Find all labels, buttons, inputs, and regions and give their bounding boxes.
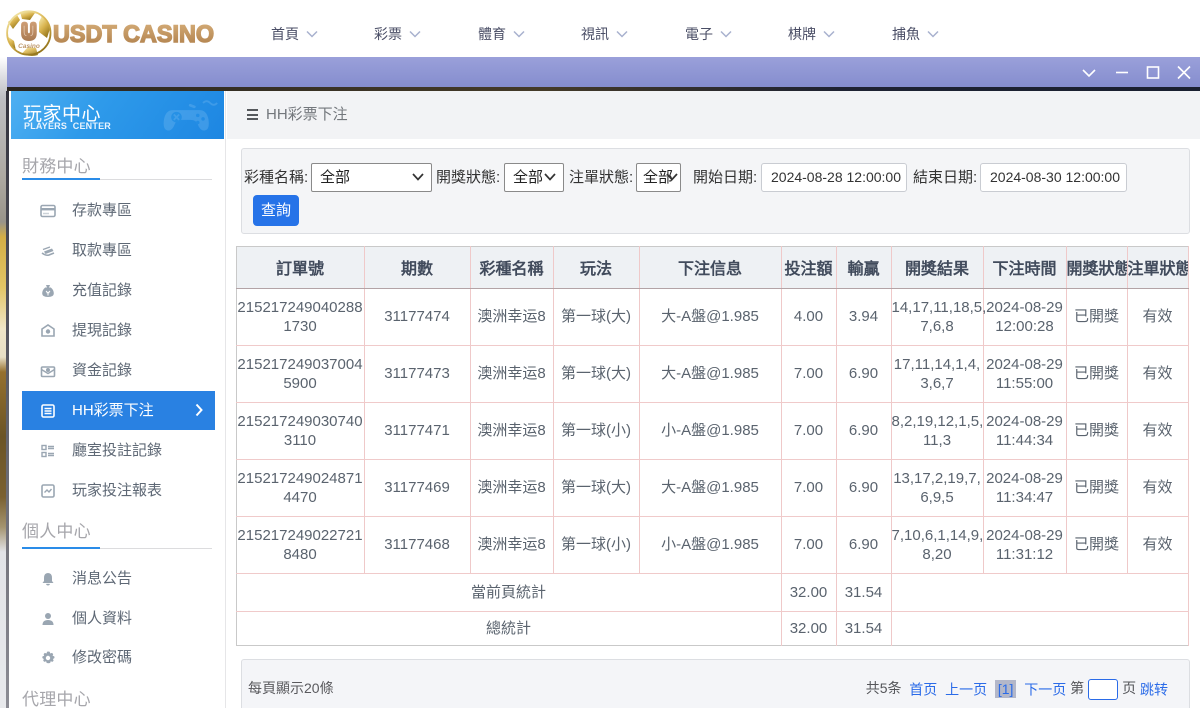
svg-text:Casino: Casino: [18, 43, 40, 50]
svg-text:USDT CASINO: USDT CASINO: [53, 21, 214, 47]
